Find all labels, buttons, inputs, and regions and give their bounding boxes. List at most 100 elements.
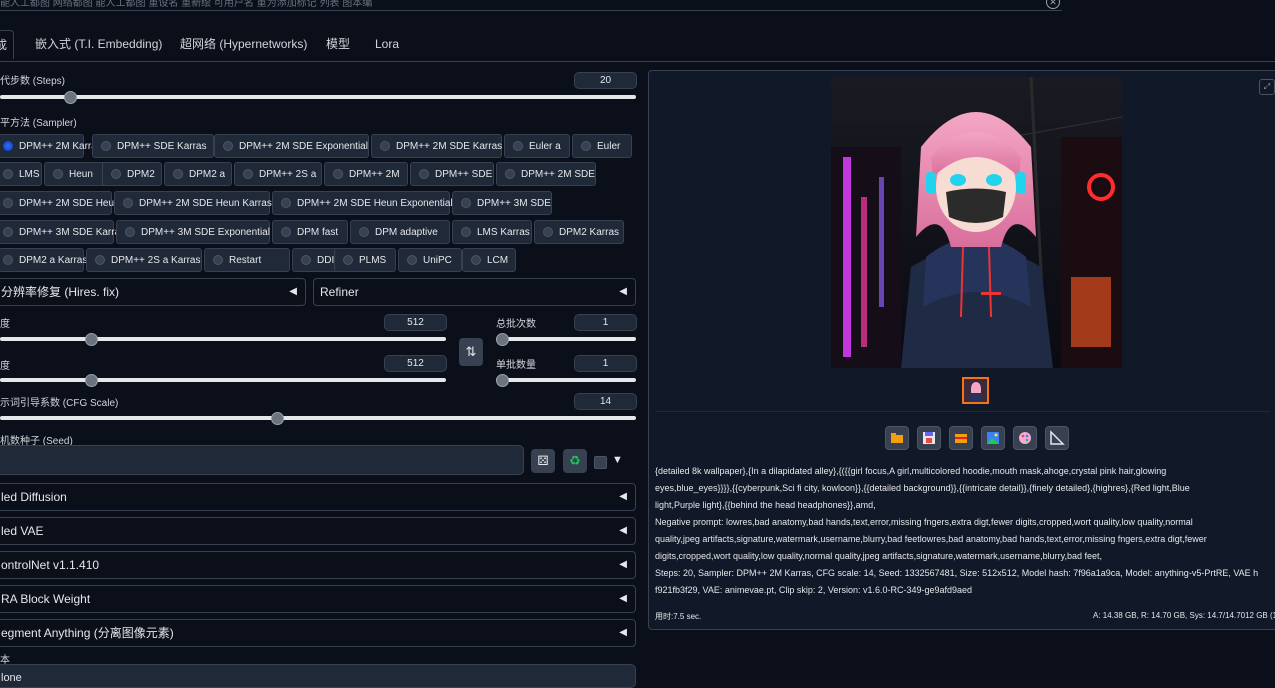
sampler-option[interactable]: Euler	[572, 134, 632, 158]
sampler-option[interactable]: DPM++ 2M SDE	[496, 162, 596, 186]
collapse-arrow-icon: ◀	[619, 559, 627, 570]
sampler-option[interactable]: DPM++ 3M SDE Exponential	[116, 220, 270, 244]
refiner-accordion[interactable]: Refiner ◀	[313, 278, 636, 306]
radio-indicator	[53, 169, 63, 179]
radio-indicator	[380, 141, 390, 151]
close-icon[interactable]: ✕	[1046, 0, 1060, 9]
sampler-option[interactable]: DPM++ 2M SDE Heun Exponential	[272, 191, 453, 215]
height-label: 度	[0, 361, 10, 372]
image-icon[interactable]	[981, 426, 1005, 450]
folder-icon[interactable]	[885, 426, 909, 450]
collapse-arrow-icon: ◀	[619, 491, 627, 502]
image-thumbnail[interactable]	[962, 377, 989, 404]
radio-indicator	[281, 198, 291, 208]
radio-indicator	[3, 255, 13, 265]
sampler-option[interactable]: Restart	[204, 248, 290, 272]
extra-seed-arrow-icon[interactable]: ▼	[612, 454, 623, 466]
sampler-option[interactable]: LMS Karras	[452, 220, 532, 244]
steps-input[interactable]: 20	[574, 72, 637, 89]
accordion-lora-block-weight[interactable]: RA Block Weight ◀	[0, 585, 636, 613]
swap-dimensions-button[interactable]: ⇅	[459, 338, 483, 366]
collapse-arrow-icon: ◀	[619, 286, 627, 297]
script-select[interactable]: lone	[0, 664, 636, 688]
save-icon[interactable]	[917, 426, 941, 450]
radio-indicator	[513, 141, 523, 151]
sampler-option[interactable]: UniPC	[398, 248, 462, 272]
sampler-option[interactable]: DPM2 a	[164, 162, 232, 186]
cfg-slider-thumb[interactable]	[271, 412, 284, 425]
info-line: {detailed 8k wallpaper},{In a dilapidate…	[655, 466, 1167, 476]
sampler-option[interactable]: DPM2 Karras	[534, 220, 624, 244]
tab-lora[interactable]: Lora	[369, 30, 405, 58]
dice-icon[interactable]: ⚄	[531, 449, 555, 473]
batch-count-slider-thumb[interactable]	[496, 333, 509, 346]
zip-icon[interactable]	[949, 426, 973, 450]
palette-icon[interactable]	[1013, 426, 1037, 450]
tab-models[interactable]: 模型	[320, 30, 356, 58]
refiner-label: Refiner	[320, 285, 359, 299]
sampler-option[interactable]: DPM2	[102, 162, 162, 186]
sampler-option[interactable]: DPM++ 2M SDE Karras	[371, 134, 502, 158]
steps-slider-track[interactable]	[0, 95, 636, 99]
sampler-option[interactable]: DPM++ 2S a	[234, 162, 322, 186]
fullscreen-icon[interactable]: ⤢	[1259, 79, 1275, 95]
divider	[0, 10, 1062, 11]
batch-size-slider-thumb[interactable]	[496, 374, 509, 387]
tab-hypernetworks[interactable]: 超网络 (Hypernetworks)	[174, 30, 313, 58]
ruler-icon[interactable]	[1045, 426, 1069, 450]
sampler-option[interactable]: DPM++ 2M SDE Heun Karras	[114, 191, 272, 215]
sampler-option[interactable]: DPM++ 2M SDE Heun	[0, 191, 120, 215]
height-input[interactable]: 512	[384, 355, 447, 372]
radio-indicator	[281, 227, 291, 237]
sampler-option[interactable]: LCM	[462, 248, 516, 272]
sampler-option[interactable]: DPM++ 2S a Karras	[86, 248, 202, 272]
sampler-option[interactable]: Heun	[44, 162, 108, 186]
batch-count-slider-track[interactable]	[496, 337, 636, 341]
tab-textual-inversion[interactable]: 嵌入式 (T.I. Embedding)	[29, 30, 168, 58]
width-input[interactable]: 512	[384, 314, 447, 331]
height-slider-track[interactable]	[0, 378, 446, 382]
sampler-option[interactable]: Euler a	[504, 134, 570, 158]
recycle-icon[interactable]: ♻	[563, 449, 587, 473]
steps-slider-thumb[interactable]	[64, 91, 77, 104]
width-slider-track[interactable]	[0, 337, 446, 341]
sampler-option[interactable]: DPM2 a Karras	[0, 248, 87, 272]
main-tabs: 成 嵌入式 (T.I. Embedding) 超网络 (Hypernetwork…	[0, 30, 1275, 60]
generated-image[interactable]	[831, 77, 1122, 368]
sampler-option[interactable]: DPM++ SDE	[410, 162, 494, 186]
sampler-option[interactable]: DPM++ 2M Karras	[0, 134, 102, 158]
time-taken: 用时:7.5 sec.	[655, 612, 702, 621]
sampler-option[interactable]: DPM fast	[272, 220, 348, 244]
radio-indicator	[173, 169, 183, 179]
sampler-option[interactable]: DPM++ 3M SDE Karras	[0, 220, 125, 244]
steps-label: 代步数 (Steps)	[0, 76, 66, 87]
accordion-tiled-diffusion[interactable]: led Diffusion ◀	[0, 483, 636, 511]
width-slider-thumb[interactable]	[85, 333, 98, 346]
seed-input[interactable]	[0, 445, 524, 475]
sampler-option[interactable]: DPM++ 2M	[324, 162, 408, 186]
extra-seed-checkbox[interactable]	[594, 456, 607, 469]
batch-count-input[interactable]: 1	[574, 314, 637, 331]
sampler-option[interactable]: LMS	[0, 162, 42, 186]
hires-fix-accordion[interactable]: 分辨率修复 (Hires. fix) ◀	[0, 278, 306, 306]
sampler-option[interactable]: DPM++ 3M SDE	[452, 191, 552, 215]
radio-indicator	[343, 255, 353, 265]
accordion-label: led VAE	[1, 524, 44, 538]
batch-size-input[interactable]: 1	[574, 355, 637, 372]
height-slider-thumb[interactable]	[85, 374, 98, 387]
sampler-option[interactable]: PLMS	[334, 248, 396, 272]
batch-size-slider-track[interactable]	[496, 378, 636, 382]
accordion-segment-anything[interactable]: egment Anything (分离图像元素) ◀	[0, 619, 636, 647]
accordion-tiled-vae[interactable]: led VAE ◀	[0, 517, 636, 545]
sampler-option[interactable]: DPM++ 2M SDE Exponential	[214, 134, 369, 158]
sampler-option-label: DPM++ 3M SDE Exponential	[141, 227, 270, 238]
sampler-option[interactable]: DPM adaptive	[350, 220, 450, 244]
radio-indicator	[243, 169, 253, 179]
accordion-controlnet[interactable]: ontrolNet v1.1.410 ◀	[0, 551, 636, 579]
sampler-option[interactable]: DPM++ SDE Karras	[92, 134, 214, 158]
tab-txt2img[interactable]: 成	[0, 30, 15, 59]
accordion-label: egment Anything (分离图像元素)	[1, 626, 174, 640]
cfg-input[interactable]: 14	[574, 393, 637, 410]
sampler-option-label: DPM++ 2M SDE Heun Karras	[139, 198, 272, 209]
cfg-slider-track[interactable]	[0, 416, 636, 420]
